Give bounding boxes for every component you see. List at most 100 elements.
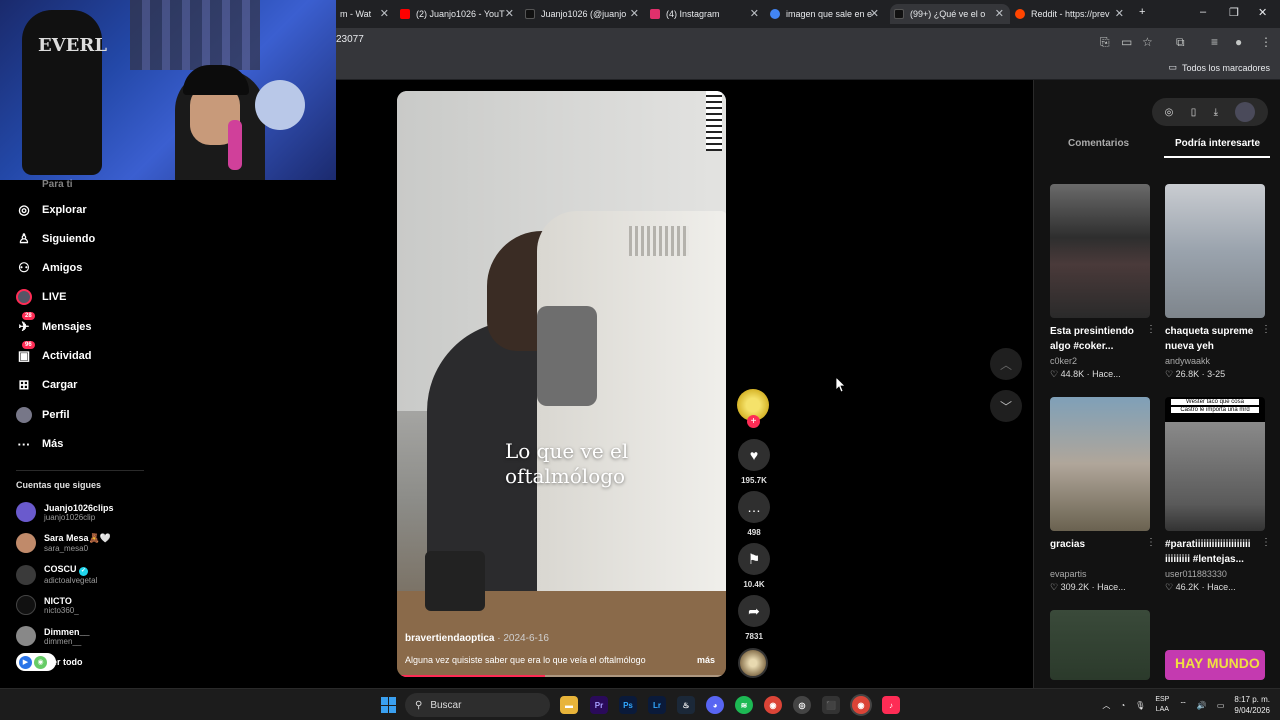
- download-icon[interactable]: ⤓: [1214, 107, 1218, 118]
- steam-icon[interactable]: ♨: [677, 696, 695, 714]
- language-indicator[interactable]: ESP LAA: [1155, 695, 1169, 715]
- nav-upload[interactable]: ⊞ Cargar: [16, 377, 78, 393]
- app-tray-icon[interactable]: ◔: [1120, 701, 1125, 710]
- tab-5-active[interactable]: (99+) ¿Qué ve el o ✕: [890, 4, 1010, 24]
- windows-start-icon[interactable]: [381, 697, 397, 713]
- chevron-up-icon[interactable]: ︿: [1102, 700, 1110, 711]
- tab-comments[interactable]: Comentarios: [1068, 138, 1129, 149]
- kebab-icon[interactable]: ⋮: [1146, 537, 1156, 548]
- video-player[interactable]: Lo que ve el oftalmólogo bravertiendaopt…: [397, 91, 726, 677]
- maximize-icon[interactable]: ❐: [1229, 6, 1239, 19]
- instagram-icon: [650, 9, 660, 19]
- url-field[interactable]: 23077: [336, 34, 364, 45]
- nav-friends[interactable]: ⚇ Amigos: [16, 260, 82, 276]
- see-all-button[interactable]: ▶ ◉ er todo: [16, 653, 83, 671]
- follow-plus-icon[interactable]: +: [747, 415, 760, 428]
- close-tab-icon[interactable]: ✕: [995, 7, 1004, 20]
- nav-profile[interactable]: Perfil: [16, 407, 70, 423]
- previous-video-button[interactable]: ︿: [990, 348, 1022, 380]
- close-tab-icon[interactable]: ✕: [380, 7, 389, 20]
- user-avatar[interactable]: [1235, 102, 1256, 122]
- cast-icon[interactable]: ▭: [1121, 35, 1132, 49]
- close-tab-icon[interactable]: ✕: [630, 7, 639, 20]
- photoshop-icon[interactable]: Ps: [619, 696, 637, 714]
- app-icon[interactable]: ⬛: [822, 696, 840, 714]
- volume-icon[interactable]: 🔊: [1197, 701, 1207, 710]
- account-item[interactable]: Dimmen__ dimmen__: [16, 626, 90, 646]
- nav-following[interactable]: ♙ Siguiendo: [16, 231, 95, 247]
- spotify-icon[interactable]: ≋: [735, 696, 753, 714]
- shelf: [130, 0, 260, 70]
- profile-avatar-icon[interactable]: ●: [1235, 35, 1242, 49]
- music-disc-icon[interactable]: [738, 648, 768, 678]
- bookmark-icon[interactable]: ⚑: [738, 543, 770, 575]
- account-item[interactable]: Sara Mesa🧸🤍 sara_mesa0: [16, 533, 111, 553]
- new-tab-icon[interactable]: +: [1139, 6, 1145, 18]
- all-bookmarks-button[interactable]: ▭ Todos los marcadores: [1168, 62, 1270, 73]
- kebab-icon[interactable]: ⋮: [1146, 324, 1156, 335]
- account-item[interactable]: Juanjo1026clips juanjo1026clip: [16, 502, 114, 522]
- close-tab-icon[interactable]: ✕: [1115, 7, 1124, 20]
- phone-icon[interactable]: ▯: [1191, 107, 1197, 118]
- kebab-icon[interactable]: ⋮: [1261, 537, 1271, 548]
- bookmark-star-icon[interactable]: ☆: [1142, 35, 1153, 49]
- tab-3[interactable]: (4) Instagram ✕: [650, 4, 765, 24]
- kebab-icon[interactable]: ⋮: [1261, 324, 1271, 335]
- battery-icon[interactable]: ▭: [1217, 701, 1225, 710]
- tab-6[interactable]: Reddit - https://prev ✕: [1015, 4, 1130, 24]
- tab-2[interactable]: Juanjo1026 (@juanjo ✕: [525, 4, 645, 24]
- translate-icon[interactable]: ⎘: [1100, 35, 1110, 50]
- close-tab-icon[interactable]: ✕: [870, 7, 879, 20]
- media-icon[interactable]: ≡: [1211, 35, 1218, 49]
- tab-suggestions[interactable]: Podría interesarte: [1175, 138, 1260, 149]
- premiere-icon[interactable]: Pr: [590, 696, 608, 714]
- video-author[interactable]: bravertiendaoptica · 2024-6-16: [405, 633, 549, 644]
- nav-activity[interactable]: ▣ 96 Actividad: [16, 341, 92, 364]
- close-window-icon[interactable]: ✕: [1258, 6, 1267, 19]
- tab-1[interactable]: (2) Juanjo1026 - YouT ✕: [400, 4, 520, 24]
- chrome-active-icon[interactable]: ◉: [852, 696, 870, 714]
- discord-icon[interactable]: ◕: [706, 696, 724, 714]
- tiktok-app-icon[interactable]: ♪: [882, 696, 900, 714]
- share-action[interactable]: ➦ 7831: [737, 595, 771, 641]
- mic-icon[interactable]: 🎙: [1135, 701, 1145, 710]
- save-action[interactable]: ⚑ 10.4K: [737, 543, 771, 589]
- nav-more[interactable]: ··· Más: [16, 436, 64, 452]
- suggestion-card[interactable]: Wester tacó que cosa Castro le importa u…: [1165, 397, 1271, 593]
- account-item[interactable]: NICTO nicto360_: [16, 595, 79, 615]
- right-panel: ◎ ▯ ⤓ Comentarios Podría interesarte Est…: [1033, 80, 1280, 688]
- nav-messages[interactable]: ✈ 28 Mensajes: [16, 312, 92, 335]
- file-explorer-icon[interactable]: ▬: [560, 696, 578, 714]
- obs-icon[interactable]: ◎: [793, 696, 811, 714]
- nav-for-you[interactable]: Para ti: [16, 176, 73, 192]
- clock[interactable]: 8:17 p. m. 9/04/2026: [1234, 694, 1270, 716]
- compass-icon[interactable]: ◎: [1165, 107, 1174, 118]
- suggestion-card[interactable]: [1050, 610, 1150, 680]
- extensions-icon[interactable]: ⧉: [1176, 35, 1185, 50]
- minimize-icon[interactable]: –: [1200, 6, 1206, 18]
- menu-dots-icon[interactable]: ⋮: [1260, 35, 1272, 49]
- comment-icon[interactable]: …: [738, 491, 770, 523]
- share-icon[interactable]: ➦: [738, 595, 770, 627]
- wifi-icon[interactable]: ⌔: [1179, 700, 1187, 710]
- suggestion-card[interactable]: gracias ⋮ evapartis ♡ 309.2K · Hace...: [1050, 397, 1156, 593]
- like-action[interactable]: ♥ 195.7K: [737, 439, 771, 485]
- heart-icon[interactable]: ♥: [738, 439, 770, 471]
- close-tab-icon[interactable]: ✕: [505, 7, 514, 20]
- next-video-button[interactable]: ﹀: [990, 390, 1022, 422]
- taskbar-search[interactable]: ⚲ Buscar: [405, 693, 550, 717]
- account-item[interactable]: COSCU ✓ adictoalvegetal: [16, 564, 97, 585]
- lightroom-icon[interactable]: Lr: [648, 696, 666, 714]
- suggestion-card[interactable]: HAY MUNDO: [1165, 650, 1265, 680]
- nav-explore[interactable]: ◎ Explorar: [16, 202, 86, 218]
- tab-4[interactable]: imagen que sale en e ✕: [770, 4, 885, 24]
- chrome-icon[interactable]: ◉: [764, 696, 782, 714]
- tab-0[interactable]: m - Wat ✕: [340, 4, 395, 24]
- comment-action[interactable]: … 498: [737, 491, 771, 537]
- close-tab-icon[interactable]: ✕: [750, 7, 759, 20]
- video-progress-bar[interactable]: [397, 675, 726, 677]
- suggestion-card[interactable]: chaqueta supreme nueva yeh ⋮ andywaakk ♡…: [1165, 184, 1271, 380]
- suggestion-card[interactable]: Esta presintiendo algo #coker... ⋮ c0ker…: [1050, 184, 1156, 380]
- more-button[interactable]: más: [697, 655, 715, 665]
- nav-live[interactable]: LIVE: [16, 289, 66, 305]
